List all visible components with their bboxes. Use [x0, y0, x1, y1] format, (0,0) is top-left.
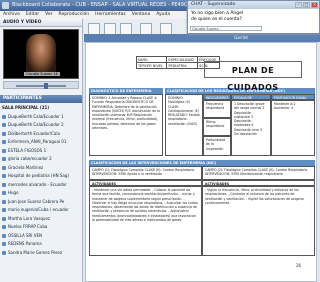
- list-item[interactable]: REDENS Panama: [2, 240, 80, 249]
- list-item[interactable]: Graciela Martinez: [2, 164, 80, 173]
- participants-list: SALA PRINCIPAL (21) DuqueBerth Cala/Ecua…: [0, 103, 82, 258]
- video-caption: Claudia Suarez 16: [24, 72, 60, 76]
- list-item[interactable]: mario eugenia/Cuba / ecuador: [2, 206, 80, 215]
- user-icon: [2, 148, 6, 153]
- list-item[interactable]: DuqueBerth Cala/Ecuador 2: [2, 121, 80, 130]
- chat-close-button[interactable]: ×: [311, 2, 318, 8]
- noc-text: DOMINIO: Fisiológica (II) CLASE: Cardiop…: [165, 94, 203, 156]
- speaker-image: [26, 34, 56, 74]
- indicator-2: Ritmo respiratorio: [203, 118, 231, 136]
- activities-list-1: - Mantener una vía aérea permeable. - Co…: [89, 186, 202, 256]
- window-title: Blackboard Collaborate - CUB - ENSAP - S…: [12, 2, 188, 8]
- info-value-especialidad: PEDIATRIA: [166, 62, 199, 69]
- user-icon: [2, 250, 6, 255]
- user-icon: [2, 123, 6, 128]
- menu-herramientas[interactable]: Herramientas: [95, 11, 126, 19]
- participants-header[interactable]: PARTICIPANTES: [0, 95, 82, 103]
- nic-intervention-2: CAMPO (2): Fisiológico Complejo CLASE (K…: [202, 166, 315, 180]
- user-icon: [2, 182, 6, 187]
- nanda-text: DOMINIO: 4 Actividad y Reposo CLASE 4: F…: [89, 94, 163, 156]
- list-item[interactable]: Enfermera_ANAI_Paraguai 01: [2, 138, 80, 147]
- menu-archivo[interactable]: Archivo: [3, 11, 20, 19]
- chat-maximize-button[interactable]: □: [303, 2, 310, 8]
- list-item[interactable]: gloria cabe/ecuador 2: [2, 155, 80, 164]
- user-icon: [2, 208, 6, 213]
- list-item[interactable]: ESTELA FIGOSOS 1: [2, 147, 80, 156]
- info-value-nivel: TERCER NIVEL: [135, 62, 168, 69]
- list-item[interactable]: DuqueBerth Cala/Ecuador 1: [2, 113, 80, 122]
- chat-minimize-button[interactable]: –: [295, 2, 302, 8]
- menu-reproduccion[interactable]: Reproducción: [59, 11, 90, 19]
- left-panel: AUDIO Y VÍDEO Claudia Suarez 16 PARTICIP…: [0, 19, 83, 282]
- list-item[interactable]: OSSILLA SRI VEN: [2, 232, 80, 241]
- user-icon: [2, 225, 6, 230]
- document-tab[interactable]: Garrlet: [234, 34, 248, 42]
- user-icon: [2, 157, 6, 162]
- list-item[interactable]: Dolibertorth Ecuador/Cala: [2, 130, 80, 139]
- user-icon: [2, 165, 6, 170]
- chat-message-1: Yo no sigo bien a Angel: [191, 11, 244, 16]
- activities-list-2: - Vigilar la frecuencia, ritmo, profundi…: [202, 186, 315, 256]
- menu-editar[interactable]: Editar: [26, 11, 39, 19]
- volume-control[interactable]: [3, 81, 79, 89]
- user-icon: [2, 242, 6, 247]
- app-icon: [2, 2, 9, 9]
- target-score: Mantener A:2 Aumentar 4: [271, 100, 315, 156]
- user-icon: [2, 199, 6, 204]
- list-item[interactable]: Juan Jose Suarez Cabrera Pe: [2, 198, 80, 207]
- user-icon: [2, 233, 6, 238]
- menu-ver[interactable]: Ver: [45, 11, 52, 19]
- list-item[interactable]: Hugo: [2, 189, 80, 198]
- page-number: 26: [296, 263, 302, 268]
- indicator-3: Profundidad de la inspiración: [203, 136, 231, 156]
- indicator-1: Frecuencia respiratoria: [203, 100, 231, 118]
- nic-intervention-1: CAMPO (1): Fisiológico Complejo CLASE (K…: [89, 166, 202, 180]
- volume-slider-track: [16, 85, 66, 87]
- volume-slider-knob[interactable]: [44, 83, 48, 89]
- user-icon: [2, 114, 6, 119]
- list-item[interactable]: Nuelsa FRRAP Cuba: [2, 223, 80, 232]
- user-icon: [2, 191, 6, 196]
- list-item[interactable]: Sandra Marie Gomez Perez: [2, 249, 80, 258]
- document-tab-bar: Garrlet: [84, 34, 320, 42]
- menu-ayuda[interactable]: Ayuda: [156, 11, 170, 19]
- participants-section: SALA PRINCIPAL (21): [2, 105, 50, 110]
- list-item[interactable]: Martha Lara Vasquez: [2, 215, 80, 224]
- plan-title: PLAN DE CUIDADOS: [204, 61, 302, 92]
- menu-ventana[interactable]: Ventana: [132, 11, 150, 19]
- chat-sender[interactable]: Claudia Suarez...: [190, 26, 262, 31]
- whiteboard-document: NIVEL ESPECIALIDAD ENFOQUE TERCER NIVEL …: [85, 42, 317, 282]
- user-icon: [2, 131, 6, 136]
- chat-window: CHAT - Supervisado – □ × Yo no sigo bien…: [187, 0, 320, 34]
- list-item[interactable]: Hospital de pediatria (HN Sag): [2, 172, 80, 181]
- video-panel-header: AUDIO Y VÍDEO: [0, 19, 82, 27]
- video-feed: Claudia Suarez 16: [3, 29, 79, 79]
- chat-message-2: de quien es el cuenta?: [191, 17, 242, 22]
- user-icon: [2, 216, 6, 221]
- user-icon: [2, 140, 6, 145]
- user-icon: [2, 174, 6, 179]
- measurement-scale: 1 Desviación grave del rango normal 2 De…: [231, 100, 271, 156]
- list-item[interactable]: mercedes alvarado - Ecuador: [2, 181, 80, 190]
